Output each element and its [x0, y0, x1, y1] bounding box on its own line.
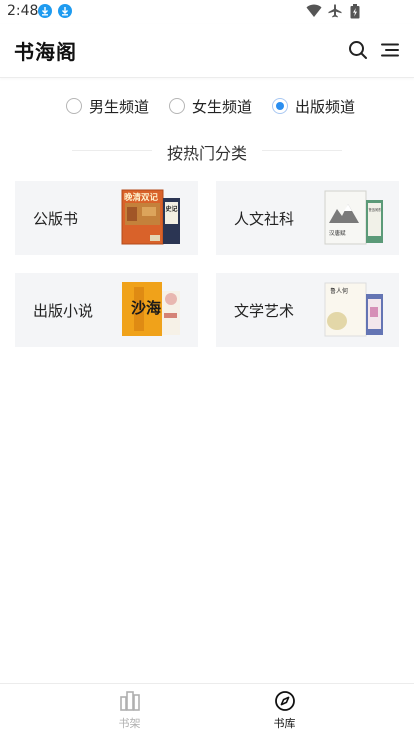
category-card-literature-art[interactable]: 文学艺术 鲁人何	[216, 273, 399, 347]
download-notification-icon	[58, 4, 72, 18]
radio-publish-channel[interactable]: 出版频道	[272, 94, 355, 118]
radio-button[interactable]	[66, 98, 82, 114]
radio-label: 男生频道	[89, 97, 150, 116]
book-cover-image: 晚清双记 史记	[121, 189, 180, 245]
radio-button-selected[interactable]	[272, 98, 288, 114]
status-time: 2:48	[7, 3, 39, 19]
search-icon[interactable]	[346, 38, 370, 62]
battery-icon	[350, 4, 360, 19]
category-label: 人文社科	[234, 210, 295, 228]
radio-label: 出版频道	[295, 97, 356, 116]
nav-tab-library[interactable]: 书库	[181, 684, 388, 737]
category-label: 公版书	[33, 210, 79, 228]
cover-title: 汉唐赋	[329, 229, 346, 237]
category-card-public-domain[interactable]: 公版书 晚清双记 史记	[15, 181, 198, 255]
wifi-icon	[306, 4, 322, 17]
radio-button[interactable]	[169, 98, 185, 114]
compass-icon	[275, 691, 295, 711]
category-card-humanities[interactable]: 人文社科 汉唐赋 鲁迅河东	[216, 181, 399, 255]
app-title: 书海阁	[14, 40, 77, 64]
book-cover-image: 沙海	[122, 282, 180, 336]
section-title: 按热门分类	[166, 144, 247, 163]
section-header: 按热门分类	[0, 140, 414, 164]
book-cover-image: 汉唐赋 鲁迅河东	[324, 190, 383, 245]
category-label: 文学艺术	[234, 302, 295, 320]
radio-male-channel[interactable]: 男生频道	[66, 94, 149, 118]
bottom-nav: 书架 书库	[0, 683, 414, 737]
radio-label: 女生频道	[192, 97, 253, 116]
menu-icon[interactable]	[378, 38, 402, 62]
channel-selector: 男生频道 女生频道 出版频道	[0, 94, 414, 120]
cover-title: 鲁迅河东	[369, 207, 382, 212]
bookshelf-icon	[120, 691, 140, 711]
cover-title: 史记	[166, 205, 178, 213]
book-cover-image: 鲁人何	[324, 282, 383, 337]
cover-title: 鲁人何	[330, 287, 348, 295]
download-notification-icon	[38, 4, 52, 18]
cover-title: 晚清双记	[124, 192, 159, 203]
cover-title: 沙海	[131, 299, 161, 317]
app-header: 书海阁	[0, 24, 414, 78]
radio-female-channel[interactable]: 女生频道	[169, 94, 252, 118]
category-card-published-fiction[interactable]: 出版小说 沙海	[15, 273, 198, 347]
category-label: 出版小说	[33, 302, 94, 320]
status-bar: 2:48	[0, 0, 414, 24]
airplane-mode-icon	[328, 4, 342, 18]
nav-label: 书库	[273, 717, 296, 730]
